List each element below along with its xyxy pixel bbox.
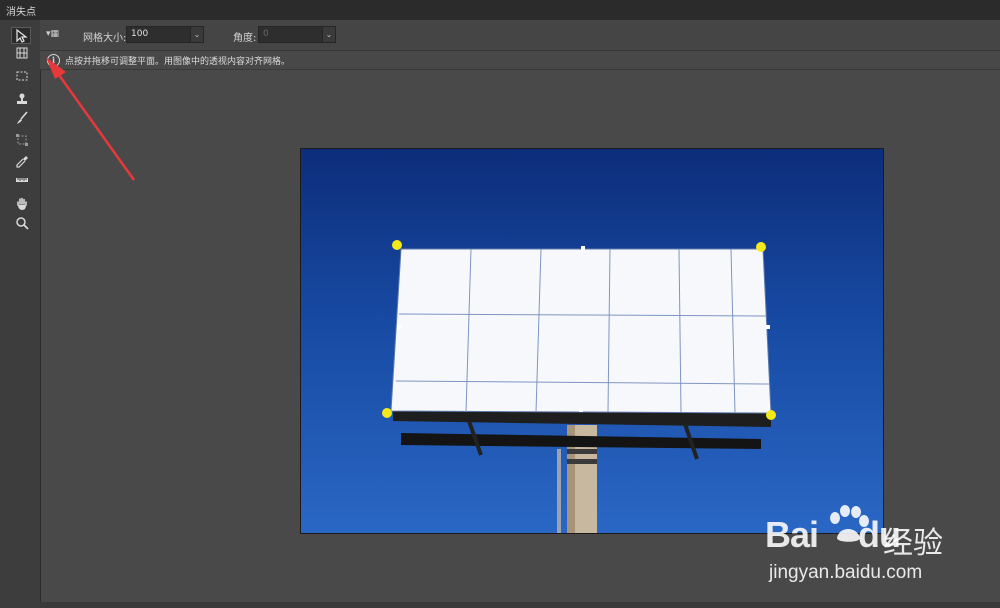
window-title: 消失点 <box>6 7 36 18</box>
paw-icon <box>830 505 869 542</box>
status-bar <box>40 602 1000 608</box>
grid-size-label: 网格大小: <box>83 33 127 44</box>
info-text: 点按并拖移可调整平面。用图像中的透视内容对齐网格。 <box>65 57 291 67</box>
hand-icon[interactable] <box>12 196 32 212</box>
title-bar: 消失点 <box>0 0 1000 21</box>
image-canvas[interactable] <box>300 148 884 534</box>
measure-icon[interactable] <box>12 172 32 188</box>
info-icon: i <box>47 54 60 67</box>
angle-input[interactable]: 0 <box>258 26 324 43</box>
create-plane-icon[interactable] <box>12 45 32 61</box>
zoom-icon[interactable] <box>12 215 32 231</box>
angle-label: 角度: <box>233 33 257 44</box>
marquee-icon[interactable] <box>12 68 32 84</box>
plane-options-icon[interactable]: ▾▦ <box>46 29 60 41</box>
stamp-icon[interactable] <box>12 91 32 107</box>
eyedropper-icon[interactable] <box>12 154 32 170</box>
transform-icon[interactable] <box>12 132 32 148</box>
watermark-url: jingyan.baidu.com <box>769 562 923 583</box>
chevron-down-icon[interactable]: ⌄ <box>322 26 336 43</box>
options-bar: ▾▦ 网格大小: 100 ⌄ 角度: 0 ⌄ <box>40 20 1000 51</box>
billboard-image <box>382 240 776 533</box>
info-bar: i 点按并拖移可调整平面。用图像中的透视内容对齐网格。 <box>40 51 1000 70</box>
watermark-cn: 经验 <box>883 526 943 561</box>
select-arrow-icon[interactable] <box>11 27 31 44</box>
tool-panel <box>0 20 41 608</box>
brush-icon[interactable] <box>12 110 32 126</box>
chevron-down-icon[interactable]: ⌄ <box>190 26 204 43</box>
baidu-watermark: Bai du 经验 jingyan.baidu.com <box>765 500 1000 600</box>
grid-size-input[interactable]: 100 <box>126 26 192 43</box>
